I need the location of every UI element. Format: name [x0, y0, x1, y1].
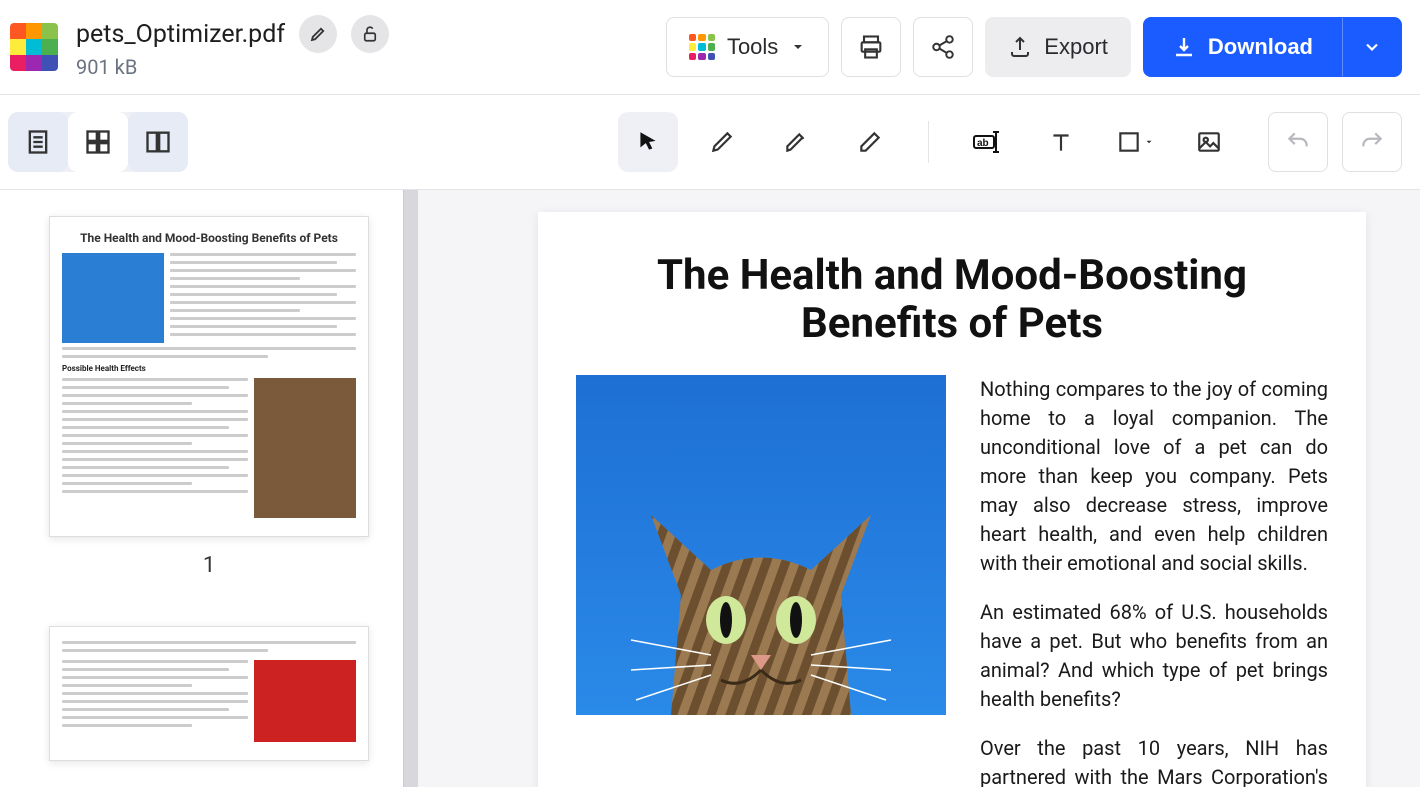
unlock-icon [361, 25, 379, 43]
thumbnail-preview [49, 626, 369, 761]
redo-button[interactable] [1342, 112, 1402, 172]
text-cursor-icon: ab [972, 130, 1002, 154]
header-left: pets_Optimizer.pdf 901 kB [10, 15, 389, 79]
pencil-icon [709, 129, 735, 155]
tools-button[interactable]: Tools [666, 17, 829, 77]
export-label: Export [1044, 34, 1108, 60]
sidebar-collapse-icon[interactable] [403, 196, 418, 206]
thumb-subheading: Possible Health Effects [62, 364, 356, 374]
text-icon [1048, 129, 1074, 155]
view-mode-group [8, 112, 188, 172]
thumbnail-page-2[interactable] [30, 626, 388, 761]
grid-icon [84, 128, 112, 156]
image-icon [1196, 129, 1222, 155]
document-hero-image [576, 375, 946, 715]
document-page-1: The Health and Mood-Boosting Benefits of… [538, 212, 1366, 787]
chevron-down-icon [1362, 37, 1382, 57]
file-row: pets_Optimizer.pdf [76, 15, 389, 53]
shape-tool[interactable] [1105, 112, 1165, 172]
header-right: Tools Export Download [666, 17, 1402, 77]
caret-down-icon [790, 39, 806, 55]
square-icon [1116, 129, 1142, 155]
document-paragraph: An estimated 68% of U.S. households have… [980, 598, 1328, 714]
tools-label: Tools [727, 34, 778, 60]
app-logo[interactable] [10, 23, 58, 71]
erase-tool[interactable] [840, 112, 900, 172]
undo-button[interactable] [1268, 112, 1328, 172]
view-two-page-button[interactable] [128, 112, 188, 172]
file-meta: pets_Optimizer.pdf 901 kB [76, 15, 389, 79]
toolbar-divider [928, 121, 929, 163]
svg-text:ab: ab [977, 138, 989, 149]
thumb-title: The Health and Mood-Boosting Benefits of… [62, 231, 356, 247]
view-grid-button[interactable] [68, 112, 128, 172]
image-tool[interactable] [1179, 112, 1239, 172]
download-options-button[interactable] [1342, 17, 1402, 77]
download-icon [1172, 35, 1196, 59]
edit-tool-group: ab [618, 112, 1239, 172]
document-paragraph: Over the past 10 years, NIH has partnere… [980, 734, 1328, 787]
view-single-button[interactable] [8, 112, 68, 172]
print-icon [857, 33, 885, 61]
document-viewer[interactable]: The Health and Mood-Boosting Benefits of… [418, 190, 1420, 787]
pencil-icon [309, 25, 327, 43]
undo-icon [1285, 129, 1311, 155]
tools-logo-icon [689, 34, 715, 60]
thumbnail-preview: The Health and Mood-Boosting Benefits of… [49, 216, 369, 537]
document-row: Nothing compares to the joy of coming ho… [576, 375, 1328, 787]
download-button[interactable]: Download [1143, 17, 1342, 77]
share-icon [930, 34, 956, 60]
text-edit-tool[interactable]: ab [957, 112, 1017, 172]
draw-tool[interactable] [692, 112, 752, 172]
two-page-icon [144, 128, 172, 156]
cursor-icon [635, 129, 661, 155]
page-single-icon [24, 128, 52, 156]
highlight-tool[interactable] [766, 112, 826, 172]
document-paragraph: Nothing compares to the joy of coming ho… [980, 375, 1328, 578]
thumb-page-number: 1 [203, 553, 215, 578]
document-title: The Health and Mood-Boosting Benefits of… [576, 252, 1328, 349]
history-group [1268, 112, 1402, 172]
eraser-icon [857, 129, 883, 155]
rename-button[interactable] [299, 15, 337, 53]
caret-down-icon [1144, 137, 1154, 147]
export-icon [1008, 35, 1032, 59]
app-header: pets_Optimizer.pdf 901 kB Tools [0, 0, 1420, 95]
print-button[interactable] [841, 17, 901, 77]
filesize: 901 kB [76, 55, 389, 79]
share-button[interactable] [913, 17, 973, 77]
main-area: The Health and Mood-Boosting Benefits of… [0, 190, 1420, 787]
filename: pets_Optimizer.pdf [76, 20, 285, 49]
text-tool[interactable] [1031, 112, 1091, 172]
lock-button[interactable] [351, 15, 389, 53]
download-label: Download [1208, 34, 1313, 60]
redo-icon [1359, 129, 1385, 155]
toolbar: ab [0, 95, 1420, 190]
thumbnail-sidebar[interactable]: The Health and Mood-Boosting Benefits of… [0, 190, 418, 787]
select-tool[interactable] [618, 112, 678, 172]
document-text-column: Nothing compares to the joy of coming ho… [980, 375, 1328, 787]
thumbnail-page-1[interactable]: The Health and Mood-Boosting Benefits of… [30, 216, 388, 578]
cat-illustration [621, 475, 901, 715]
highlighter-icon [783, 129, 809, 155]
export-button[interactable]: Export [985, 17, 1131, 77]
